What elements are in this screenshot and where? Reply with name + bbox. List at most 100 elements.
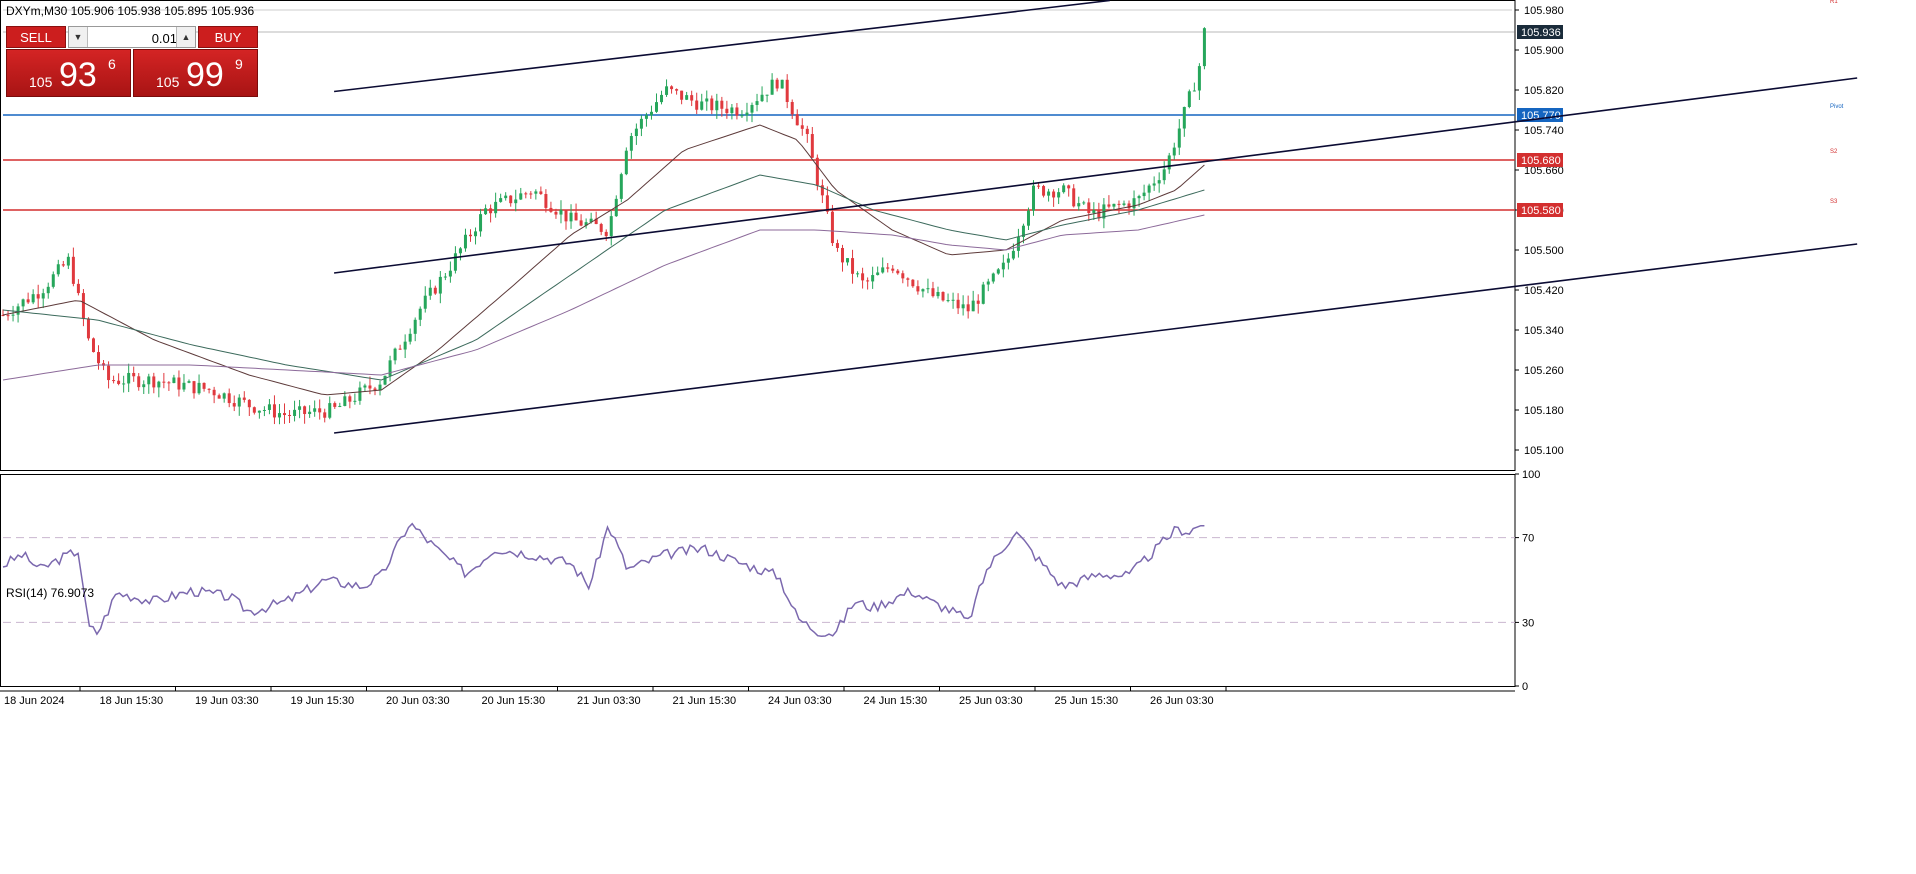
chevron-down-icon[interactable]: ▼ <box>69 27 88 47</box>
candle-body <box>207 388 211 390</box>
lot-size-stepper[interactable]: ▼ ▲ <box>68 26 196 48</box>
candle-body <box>986 281 990 285</box>
candle-body <box>463 234 467 249</box>
candle-body <box>474 231 478 237</box>
candle-body <box>624 150 628 175</box>
candle-body <box>6 315 10 317</box>
candle-body <box>448 270 452 277</box>
candle-body <box>670 86 674 90</box>
candle-body <box>599 224 603 232</box>
candle-body <box>961 304 965 309</box>
candle-body <box>790 102 794 115</box>
level-price-label: 105.680 <box>1521 155 1561 167</box>
candle-body <box>755 101 759 105</box>
price-y-tick-label: 105.820 <box>1524 85 1564 97</box>
candle-body <box>112 380 116 382</box>
sell-price-box[interactable]: 105 93 6 <box>6 49 131 97</box>
current-price-label: 105.936 <box>1521 27 1561 39</box>
candle-body <box>886 267 890 269</box>
candle-body <box>177 377 181 390</box>
x-tick-label: 20 Jun 03:30 <box>386 695 450 707</box>
candle-body <box>750 104 754 113</box>
candle-body <box>554 211 558 215</box>
candle-body <box>11 314 15 316</box>
candle-body <box>800 125 804 129</box>
candle-body <box>167 382 171 384</box>
candle-body <box>810 134 814 158</box>
x-tick-label: 20 Jun 15:30 <box>482 695 546 707</box>
candle-body <box>423 295 427 309</box>
candle-body <box>122 383 126 385</box>
x-tick-label: 21 Jun 03:30 <box>577 695 641 707</box>
candle-body <box>428 287 432 296</box>
candle-body <box>514 199 518 204</box>
candle-body <box>534 191 538 194</box>
price-y-tick-label: 105.420 <box>1524 285 1564 297</box>
candle-body <box>931 288 935 297</box>
rsi-title: RSI(14) 76.9073 <box>6 586 95 600</box>
x-tick-label: 19 Jun 03:30 <box>195 695 259 707</box>
candle-body <box>16 306 20 315</box>
candle-body <box>489 208 493 214</box>
candle-body <box>132 372 136 377</box>
buy-button[interactable]: BUY <box>198 26 258 48</box>
price-y-tick-label: 105.740 <box>1524 125 1564 137</box>
candle-body <box>715 100 719 111</box>
candle-body <box>182 382 186 390</box>
candle-body <box>117 380 121 384</box>
candle-body <box>1072 188 1076 207</box>
candle-body <box>1107 204 1111 207</box>
candle-body <box>277 413 281 418</box>
candle-body <box>378 384 382 391</box>
chevron-up-icon[interactable]: ▲ <box>176 27 195 47</box>
candle-body <box>1202 28 1206 67</box>
candle-body <box>303 406 307 415</box>
candle-body <box>66 256 70 266</box>
candle-body <box>343 396 347 406</box>
candle-body <box>866 280 870 282</box>
x-tick-label: 18 Jun 15:30 <box>100 695 164 707</box>
candle-body <box>107 365 111 381</box>
candle-body <box>529 193 533 195</box>
candle-body <box>313 408 317 412</box>
candle-body <box>137 376 141 388</box>
candle-body <box>644 115 648 119</box>
candle-body <box>901 273 905 279</box>
rsi-y-tick-label: 100 <box>1522 469 1540 481</box>
sell-price-sup: 6 <box>108 56 116 72</box>
candle-body <box>1032 185 1036 211</box>
candle-body <box>1052 191 1056 198</box>
buy-price-box[interactable]: 105 99 9 <box>133 49 258 97</box>
candle-body <box>147 376 151 385</box>
candle-body <box>1152 183 1156 186</box>
candle-body <box>408 333 412 342</box>
moving-average-line <box>2 124 1205 396</box>
candle-body <box>338 405 342 407</box>
candle-body <box>383 375 387 385</box>
candle-body <box>499 198 503 202</box>
candle-body <box>197 382 201 394</box>
candle-body <box>353 400 357 402</box>
candle-body <box>740 115 744 117</box>
candle-body <box>318 408 322 413</box>
candle-body <box>815 157 819 186</box>
sell-button[interactable]: SELL <box>6 26 66 48</box>
x-tick-label: 21 Jun 15:30 <box>673 695 737 707</box>
candle-body <box>31 294 35 303</box>
candle-body <box>795 114 799 126</box>
candle-body <box>157 381 161 388</box>
candle-body <box>991 273 995 282</box>
candle-body <box>288 415 292 417</box>
candle-body <box>680 90 684 100</box>
candle-body <box>745 112 749 116</box>
candle-body <box>926 288 930 290</box>
level-price-label: 105.580 <box>1521 205 1561 217</box>
lot-size-input[interactable] <box>89 28 179 48</box>
x-tick-label: 18 Jun 2024 <box>4 695 65 707</box>
price-y-tick-label: 105.100 <box>1524 445 1564 457</box>
candle-body <box>569 212 573 222</box>
x-tick-label: 25 Jun 03:30 <box>959 695 1023 707</box>
trade-panel-top-row: SELL ▼ ▲ BUY <box>6 26 258 48</box>
candle-body <box>785 79 789 103</box>
price-y-tick-label: 105.900 <box>1524 45 1564 57</box>
